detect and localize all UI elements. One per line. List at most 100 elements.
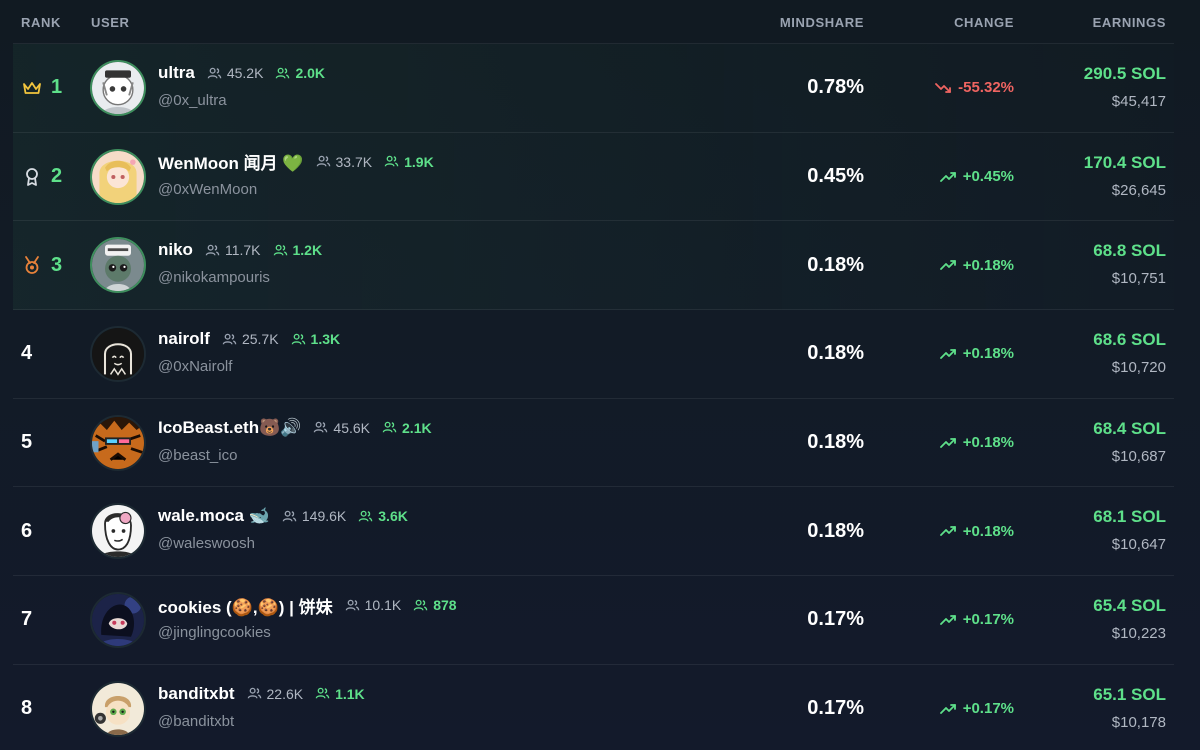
table-row[interactable]: 5 IcoBeast.eth🐻🔊 45.6K 2.1K @beast_ico 0… [13,399,1174,488]
followers-value: 45.6K [333,419,371,436]
user-handle[interactable]: @beast_ico [158,447,432,464]
user-handle[interactable]: @waleswoosh [158,535,408,552]
user-handle[interactable]: @nikokampouris [158,269,322,286]
earnings-cell: 65.4 SOL $10,223 [1093,596,1166,642]
header-user[interactable]: USER [91,15,130,30]
smart-followers-icon [291,332,306,347]
crown-icon [21,77,43,99]
change-value: +0.17% [939,665,1014,750]
user-name[interactable]: niko [158,240,193,260]
user-name[interactable]: WenMoon 闻月 💚 [158,149,304,174]
smart-followers-icon [315,686,330,701]
earnings-usd: $10,223 [1111,625,1166,643]
followers-value: 45.2K [226,65,264,81]
user-handle[interactable]: @0xNairolf [158,358,340,375]
change-value: +0.18% [939,399,1014,487]
header-rank[interactable]: RANK [21,15,61,30]
earnings-sol: 65.4 SOL [1093,596,1166,616]
smart-followers-icon [273,243,288,258]
header-change[interactable]: CHANGE [954,15,1014,30]
earnings-sol: 68.8 SOL [1093,241,1166,261]
earnings-usd: $10,720 [1111,359,1166,377]
user-name[interactable]: banditxbt [158,684,235,704]
followers-value: 149.6K [301,508,347,525]
earnings-cell: 290.5 SOL $45,417 [1084,64,1166,110]
table-body: 1 ultra 45.2K 2.0K @0x_ultra 0.78% -55.3… [13,44,1174,750]
table-row[interactable]: 2 WenMoon 闻月 💚 33.7K 1.9K @0xWenMoon 0.4… [13,132,1174,222]
earnings-sol: 290.5 SOL [1083,64,1166,83]
user-info: WenMoon 闻月 💚 33.7K 1.9K @0xWenMoon [158,151,434,198]
followers-value: 33.7K [335,153,373,170]
table-row[interactable]: 3 niko 11.7K 1.2K @nikokampouris 0.18% +… [13,221,1174,311]
earnings-cell: 65.1 SOL $10,178 [1093,685,1166,731]
table-row[interactable]: 1 ultra 45.2K 2.0K @0x_ultra 0.78% -55.3… [13,44,1174,133]
earnings-usd: $26,645 [1111,181,1166,199]
user-name[interactable]: wale.moca 🐋 [158,506,270,526]
user-name[interactable]: ultra [158,63,195,83]
earnings-cell: 68.6 SOL $10,720 [1093,330,1166,376]
earnings-sol: 68.4 SOL [1093,418,1166,438]
smart-followers-icon [413,598,428,613]
earnings-sol: 68.6 SOL [1093,330,1166,350]
avatar[interactable] [90,326,146,383]
avatar[interactable] [90,148,146,205]
smart-followers-count: 1.3K [291,331,341,348]
earnings-cell: 68.8 SOL $10,751 [1093,241,1166,287]
followers-icon [313,420,328,435]
trend-up-icon [939,259,957,271]
header-earnings[interactable]: EARNINGS [1093,15,1166,30]
change-percent: +0.17% [962,611,1014,629]
trend-up-icon [939,703,957,715]
followers-icon [222,332,237,347]
smart-followers-value: 3.6K [378,508,408,525]
smart-followers-icon [275,66,290,81]
table-row[interactable]: 4 nairolf 25.7K 1.3K @0xNairolf 0.18% +0… [13,310,1174,399]
avatar[interactable] [90,680,146,737]
followers-count: 22.6K [247,686,303,702]
followers-value: 25.7K [241,331,279,348]
smart-followers-value: 1.3K [310,331,341,348]
mindshare-value: 0.17% [807,697,864,720]
user-handle[interactable]: @0xWenMoon [158,181,434,198]
user-name[interactable]: nairolf [158,329,210,349]
award-ribbon-icon [21,166,43,188]
smart-followers-count: 878 [413,597,457,614]
user-name[interactable]: cookies (🍪,🍪) | 饼妹 [158,593,333,618]
user-name[interactable]: IcoBeast.eth🐻🔊 [158,418,301,438]
avatar[interactable] [90,503,146,560]
user-handle[interactable]: @banditxbt [158,713,365,730]
change-percent: +0.18% [962,522,1014,540]
smart-followers-count: 2.0K [275,65,325,81]
table-row[interactable]: 8 banditxbt 22.6K 1.1K @banditxbt 0.17% … [13,665,1174,750]
smart-followers-value: 878 [433,597,457,614]
rank-number: 1 [51,76,63,99]
rank-cell: 7 [21,576,32,664]
avatar[interactable] [90,414,146,471]
avatar[interactable] [90,592,146,649]
smart-followers-count: 1.2K [273,242,323,259]
earnings-sol: 68.1 SOL [1093,507,1166,527]
avatar[interactable] [90,237,146,294]
table-row[interactable]: 6 wale.moca 🐋 149.6K 3.6K @waleswoosh 0.… [13,487,1174,577]
earnings-usd: $10,687 [1111,447,1166,465]
rank-cell: 2 [21,133,62,221]
user-info: IcoBeast.eth🐻🔊 45.6K 2.1K @beast_ico [158,417,432,464]
table-row[interactable]: 7 cookies (🍪,🍪) | 饼妹 10.1K 878 @jingling… [13,576,1174,665]
followers-value: 11.7K [224,242,261,259]
user-handle[interactable]: @0x_ultra [158,92,325,109]
rank-cell: 4 [21,310,32,398]
header-mindshare[interactable]: MINDSHARE [780,15,864,30]
change-percent: +0.18% [962,256,1014,274]
earnings-usd: $10,751 [1111,270,1166,288]
mindshare-value: 0.18% [807,342,864,365]
user-handle[interactable]: @jinglingcookies [158,624,457,641]
smart-followers-count: 1.9K [384,154,434,170]
followers-icon [247,686,262,701]
avatar[interactable] [90,60,146,116]
smart-followers-value: 1.2K [292,242,323,259]
smart-followers-value: 2.0K [295,65,326,81]
rank-number: 7 [21,608,33,631]
mindshare-value: 0.45% [807,165,864,188]
earnings-cell: 170.4 SOL $26,645 [1084,153,1166,199]
user-info: banditxbt 22.6K 1.1K @banditxbt [158,683,365,730]
